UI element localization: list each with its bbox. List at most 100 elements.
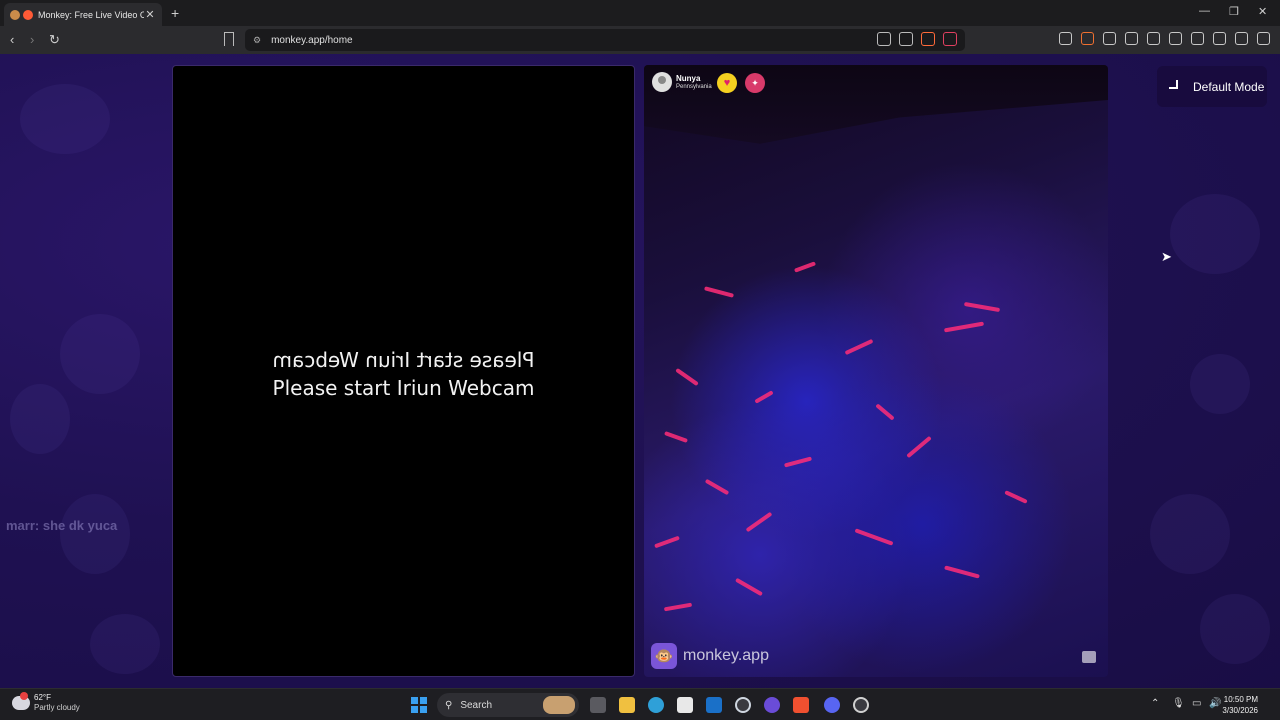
chat-message: marr: she dk yuca — [6, 518, 118, 533]
clock[interactable]: 10:50 PM 3/30/2026 — [1222, 694, 1258, 716]
clock-date: 3/30/2026 — [1222, 706, 1258, 715]
start-button[interactable] — [411, 697, 427, 713]
webcam-message: Please start Iriun Webcam Please start I… — [173, 346, 634, 402]
browser-titlebar: Monkey: Free Live Video Chat ✕ + — ❐ ✕ — [0, 0, 1280, 26]
chrome-icon[interactable] — [853, 697, 869, 713]
light-streak — [654, 535, 680, 549]
microphone-icon[interactable]: 🎙 — [1172, 698, 1185, 709]
wallet-icon[interactable] — [1191, 32, 1204, 45]
tab-close-button[interactable]: ✕ — [144, 8, 156, 21]
search-label: Search — [460, 699, 493, 711]
avatar — [652, 72, 672, 92]
cast-icon[interactable] — [877, 32, 891, 46]
menu-icon[interactable] — [1257, 32, 1270, 45]
close-window-button[interactable]: ✕ — [1258, 5, 1267, 18]
display-icon[interactable]: ▭ — [1192, 698, 1201, 709]
cortana-icon[interactable] — [764, 697, 780, 713]
background-blob — [90, 614, 160, 674]
search-highlight-image — [543, 696, 575, 714]
background-blob — [20, 84, 110, 154]
background-blob — [60, 314, 140, 394]
media-icon[interactable] — [1147, 32, 1160, 45]
heart-icon[interactable]: ♥ — [717, 73, 737, 93]
windows-logo-icon — [411, 697, 418, 704]
clock-time: 10:50 PM — [1223, 695, 1258, 704]
video-shadow — [644, 65, 1108, 144]
extensions-icon[interactable] — [1103, 32, 1116, 45]
file-explorer-icon[interactable] — [619, 697, 635, 713]
background-blob — [1150, 494, 1230, 574]
light-streak — [754, 390, 774, 404]
vpn-icon[interactable] — [1235, 32, 1248, 45]
minimize-button[interactable]: — — [1199, 5, 1210, 17]
light-streak — [844, 338, 874, 356]
background-blob — [60, 494, 130, 574]
light-streak — [664, 431, 688, 443]
discord-icon[interactable] — [824, 697, 840, 713]
outlook-icon[interactable] — [706, 697, 722, 713]
browser-toolbar: ‹ › ↻ ⚙ monkey.app/home — [0, 26, 1280, 54]
maximize-button[interactable]: ❐ — [1229, 5, 1239, 18]
bookmark-icon[interactable] — [224, 32, 234, 46]
local-video-panel: Please start Iriun Webcam Please start I… — [172, 65, 635, 677]
light-streak — [735, 577, 763, 597]
partner-name: Nunya — [676, 73, 701, 83]
monkey-logo-icon: 🐵 — [651, 643, 677, 669]
reload-button[interactable]: ↻ — [49, 32, 60, 48]
url-text: monkey.app/home — [271, 34, 353, 46]
share-icon[interactable] — [899, 32, 913, 46]
light-streak — [704, 478, 730, 496]
background-blob — [1190, 354, 1250, 414]
default-mode-label: Default Mode — [1193, 79, 1265, 94]
brave-taskbar-icon[interactable] — [793, 697, 809, 713]
address-bar[interactable]: ⚙ monkey.app/home — [245, 29, 965, 51]
volume-icon[interactable]: 🔊 — [1209, 698, 1221, 709]
weather-widget[interactable]: 62°F Partly cloudy — [12, 692, 80, 713]
extension-2-icon[interactable] — [1081, 32, 1094, 45]
site-info-icon[interactable]: ⚙ — [253, 35, 261, 46]
sidebar-icon[interactable] — [1169, 32, 1182, 45]
remote-video-panel: Nunya Pennsylvania ♥ ✦ 🐵 monkey.app — [644, 65, 1108, 677]
default-mode-button[interactable]: Default Mode — [1157, 66, 1267, 107]
brave-icon — [10, 9, 20, 20]
webcam-message-text: Please start Iriun Webcam — [272, 376, 535, 400]
mouse-cursor-icon: ➤ — [1161, 249, 1172, 264]
task-view-icon[interactable] — [590, 697, 606, 713]
gift-icon[interactable]: ✦ — [745, 73, 765, 93]
webcam-message-mirrored: Please start Iriun Webcam — [272, 348, 535, 372]
skip-icon[interactable] — [1082, 651, 1096, 663]
brave-rewards-icon[interactable] — [943, 32, 957, 46]
partner-info[interactable]: Nunya Pennsylvania — [652, 72, 712, 92]
tab-title: Monkey: Free Live Video Chat — [38, 9, 144, 20]
forward-button[interactable]: › — [30, 32, 34, 47]
light-streak — [703, 286, 735, 298]
ccleaner-icon[interactable] — [735, 697, 751, 713]
collapse-icon — [1169, 79, 1183, 94]
light-streak — [854, 528, 894, 546]
edge-icon[interactable] — [648, 697, 664, 713]
show-hidden-icons[interactable]: ⌃ — [1151, 698, 1159, 709]
brand-text: monkey.app — [683, 647, 769, 664]
back-button[interactable]: ‹ — [10, 32, 14, 47]
background-blob — [1200, 594, 1270, 664]
taskbar-search[interactable]: ⚲ Search — [437, 693, 579, 717]
partner-location: Pennsylvania — [676, 83, 712, 90]
new-tab-button[interactable]: + — [171, 5, 179, 21]
extension-icons — [1059, 32, 1270, 45]
light-streak — [944, 565, 980, 579]
light-streak — [943, 321, 985, 333]
brave-shields-icon[interactable] — [921, 32, 935, 46]
light-streak — [783, 456, 813, 468]
weather-temperature: 62°F — [34, 693, 51, 702]
background-blob — [10, 384, 70, 454]
windows-logo-icon — [411, 706, 418, 713]
extension-1-icon[interactable] — [1059, 32, 1072, 45]
browser-tab[interactable]: Monkey: Free Live Video Chat ✕ — [4, 3, 162, 26]
weather-description: Partly cloudy — [34, 703, 80, 712]
light-streak — [1004, 490, 1028, 504]
store-icon[interactable] — [677, 697, 693, 713]
windows-logo-icon — [420, 697, 427, 704]
background-blob — [1170, 194, 1260, 274]
screenshot-icon[interactable] — [1125, 32, 1138, 45]
leo-ai-icon[interactable] — [1213, 32, 1226, 45]
